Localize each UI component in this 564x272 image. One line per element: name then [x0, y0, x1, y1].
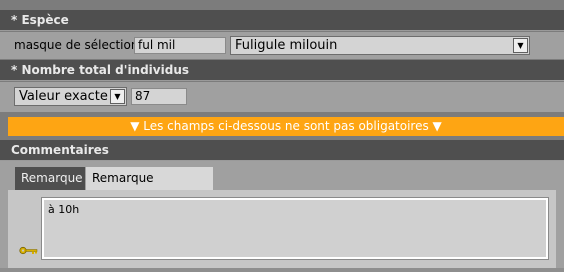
bottom-divider — [0, 268, 564, 272]
optional-fields-banner[interactable]: ▼ Les champs ci-dessous ne sont pas obli… — [8, 117, 564, 136]
espece-header-label: * Espèce — [11, 13, 69, 27]
count-input[interactable]: 87 — [131, 88, 187, 105]
tab-remarque-protegee[interactable]: Remarque protégée — [86, 167, 213, 208]
nombre-section-header: * Nombre total d'individus — [0, 60, 564, 81]
nombre-header-label: * Nombre total d'individus — [11, 63, 190, 77]
nombre-row: Valeur exacte ▼ 87 — [0, 82, 564, 112]
remark-textarea[interactable]: à 10h — [41, 197, 549, 260]
remark-panel: à 10h — [8, 190, 556, 268]
tab-remarque[interactable]: Remarque — [15, 167, 85, 190]
espece-section-header: * Espèce — [0, 10, 564, 31]
mask-label: masque de sélection — [14, 38, 139, 52]
optional-fields-banner-label: ▼ Les champs ci-dessous ne sont pas obli… — [130, 119, 442, 133]
commentaires-header-label: Commentaires — [11, 143, 109, 157]
species-select[interactable]: Fuligule milouin — [230, 36, 530, 55]
species-select-value: Fuligule milouin — [235, 38, 338, 53]
espece-row: masque de sélection ful mil Fuligule mil… — [0, 32, 564, 59]
commentaires-section-header: Commentaires — [0, 140, 564, 161]
chevron-down-icon[interactable]: ▼ — [110, 89, 125, 104]
chevron-down-icon[interactable]: ▼ — [513, 38, 528, 53]
comment-tabs-area: Remarque Remarque protégée à 10h — [0, 161, 564, 272]
count-type-select-value: Valeur exacte — [19, 89, 108, 104]
tab-remarque-label: Remarque — [21, 171, 83, 185]
key-icon[interactable] — [19, 244, 39, 258]
mask-input[interactable]: ful mil — [134, 37, 226, 54]
